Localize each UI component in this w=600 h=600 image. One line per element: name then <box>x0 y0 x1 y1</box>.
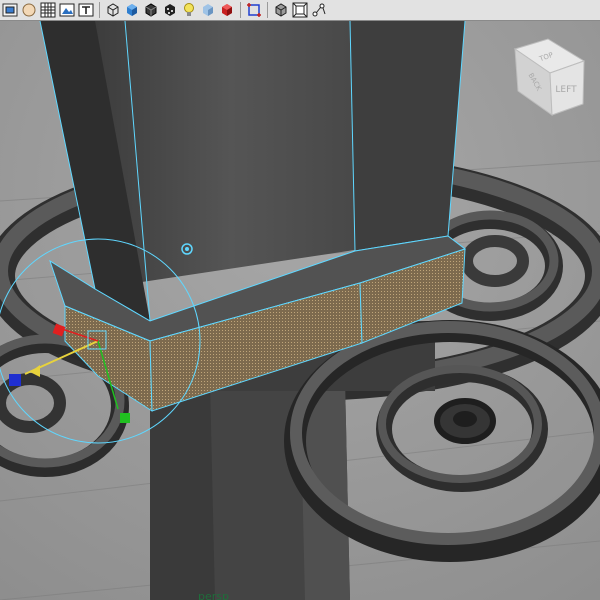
panel-toolbar <box>0 0 600 21</box>
toolbar-separator <box>267 2 268 18</box>
shadows-icon[interactable] <box>199 2 216 19</box>
camera-name-label: persp <box>198 590 229 600</box>
perspective-viewport[interactable]: TOP BACK LEFT persp <box>0 21 600 600</box>
film-gate-icon[interactable] <box>77 2 94 19</box>
shading-icon[interactable] <box>20 2 37 19</box>
xray-icon[interactable] <box>218 2 235 19</box>
select-camera-icon[interactable] <box>1 2 18 19</box>
joint-xray-icon[interactable] <box>310 2 327 19</box>
use-lights-icon[interactable] <box>180 2 197 19</box>
wireframe-cube-icon[interactable] <box>104 2 121 19</box>
grid-icon[interactable] <box>39 2 56 19</box>
maya-viewport-window: TOP BACK LEFT persp <box>0 0 600 600</box>
toolbar-separator <box>99 2 100 18</box>
image-plane-icon[interactable] <box>58 2 75 19</box>
shaded-wireframe-icon[interactable] <box>142 2 159 19</box>
axis-z-handle[interactable] <box>9 374 21 386</box>
view-cube-face-left[interactable]: LEFT <box>555 85 577 95</box>
axis-y-handle[interactable] <box>120 413 130 423</box>
scene-canvas[interactable]: TOP BACK LEFT <box>0 21 600 600</box>
textured-icon[interactable] <box>161 2 178 19</box>
isolate-select-icon[interactable] <box>245 2 262 19</box>
wireframe-on-shaded-icon[interactable] <box>272 2 289 19</box>
smooth-shade-icon[interactable] <box>123 2 140 19</box>
resolution-gate-icon[interactable] <box>291 2 308 19</box>
toolbar-separator <box>240 2 241 18</box>
